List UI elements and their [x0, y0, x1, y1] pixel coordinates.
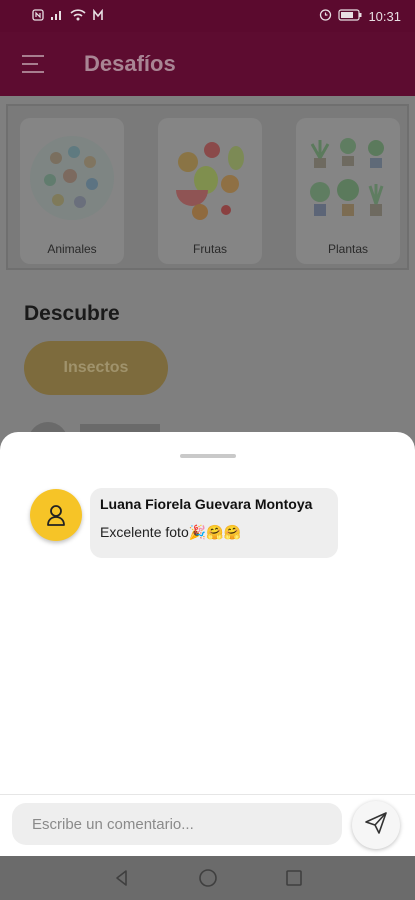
category-label: Animales: [47, 242, 97, 256]
status-bar: 10:31: [0, 0, 415, 32]
section-heading: Descubre: [24, 302, 120, 325]
send-icon: [364, 811, 388, 840]
back-icon[interactable]: [110, 866, 134, 890]
comment-bubble: Luana Fiorela Guevara Montoya Excelente …: [90, 488, 338, 558]
comment-input[interactable]: [12, 803, 342, 845]
hamburger-menu-icon[interactable]: [22, 55, 44, 73]
category-card-frutas[interactable]: Frutas: [158, 118, 262, 264]
category-carousel[interactable]: Animales Frutas Plantas: [6, 104, 409, 270]
comment-text: Excelente foto🎉🤗🤗: [100, 524, 242, 540]
notification-icon: [92, 8, 104, 24]
comment-input-bar: [0, 794, 415, 856]
drag-handle[interactable]: [180, 454, 236, 458]
category-card-animales[interactable]: Animales: [20, 118, 124, 264]
fruits-illustration: [164, 128, 256, 228]
category-card-plantas[interactable]: Plantas: [296, 118, 400, 264]
chip-insectos[interactable]: Insectos: [24, 341, 168, 395]
status-left-icons: [32, 8, 104, 24]
user-avatar-icon: [30, 489, 82, 541]
battery-icon: [338, 8, 362, 24]
wifi-icon: [70, 8, 86, 24]
comments-bottom-sheet: Luana Fiorela Guevara Montoya Excelente …: [0, 432, 415, 856]
status-time: 10:31: [368, 8, 401, 24]
comment-author: Luana Fiorela Guevara Montoya: [100, 496, 313, 512]
category-label: Plantas: [327, 242, 369, 256]
animals-illustration: [26, 128, 118, 228]
status-right: 10:31: [319, 8, 401, 24]
home-icon[interactable]: [196, 866, 220, 890]
app-bar: Desafíos: [0, 32, 415, 96]
recents-icon[interactable]: [282, 866, 306, 890]
send-button[interactable]: [352, 801, 400, 849]
system-nav-bar: [0, 856, 415, 900]
signal-icon: [50, 9, 64, 24]
nfc-icon: [32, 8, 44, 24]
plants-illustration: [302, 128, 394, 228]
alarm-icon: [319, 8, 332, 24]
category-label: Frutas: [192, 242, 227, 256]
page-title: Desafíos: [84, 51, 176, 76]
